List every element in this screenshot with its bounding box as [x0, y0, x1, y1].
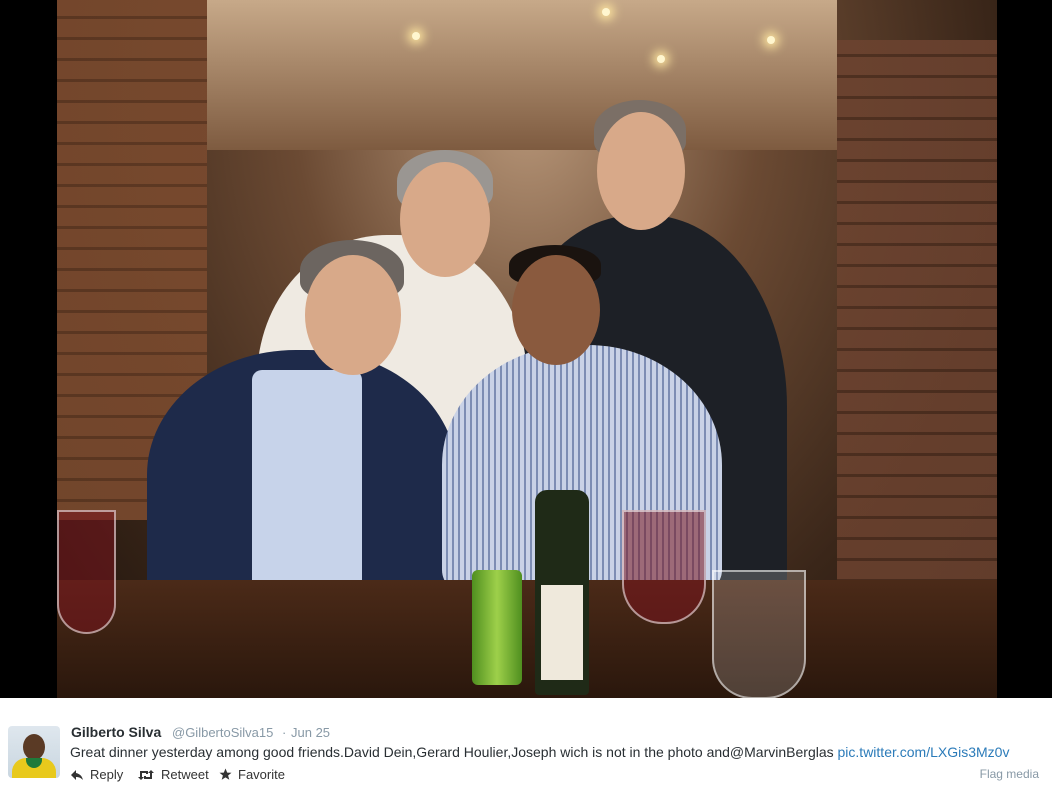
reply-button[interactable]: Reply [70, 767, 123, 782]
photo-head [512, 255, 600, 365]
photo-light [602, 8, 610, 16]
retweet-icon [137, 769, 155, 781]
photo-head [400, 162, 490, 277]
photo-bottle-label [541, 585, 583, 680]
tweet-date[interactable]: Jun 25 [291, 725, 330, 740]
author-handle[interactable]: @GilbertoSilva15 [172, 725, 273, 740]
photo-light [657, 55, 665, 63]
photo-ceiling [207, 0, 837, 150]
photo-can [472, 570, 522, 685]
favorite-button[interactable]: Favorite [219, 767, 285, 782]
photo-table [57, 580, 997, 698]
reply-label: Reply [90, 767, 124, 782]
avatar-face [23, 734, 45, 760]
photo-brick-wall-right [837, 40, 997, 600]
photo-shirt [252, 370, 362, 590]
tweet-media-link[interactable]: pic.twitter.com/LXGis3Mz0v [838, 744, 1010, 760]
favorite-label: Favorite [238, 767, 285, 782]
photo-wine-glass [622, 510, 706, 624]
tweet-body: Great dinner yesterday among good friend… [70, 744, 838, 760]
tweet-photo[interactable] [57, 0, 997, 698]
photo-head [305, 255, 401, 375]
media-viewer [0, 0, 1052, 698]
photo-light [412, 32, 420, 40]
reply-icon [70, 769, 84, 781]
avatar[interactable] [8, 726, 60, 778]
tweet-text: Great dinner yesterday among good friend… [70, 744, 1009, 760]
separator-dot: · [282, 725, 287, 740]
photo-wine-glass-left [57, 510, 116, 634]
retweet-button[interactable]: Retweet [137, 767, 209, 782]
star-icon [219, 768, 232, 781]
photo-water-glass [712, 570, 806, 698]
photo-head [597, 112, 685, 230]
photo-light [767, 36, 775, 44]
retweet-label: Retweet [161, 767, 209, 782]
flag-media-link[interactable]: Flag media [980, 767, 1039, 781]
author-name[interactable]: Gilberto Silva [71, 724, 161, 740]
